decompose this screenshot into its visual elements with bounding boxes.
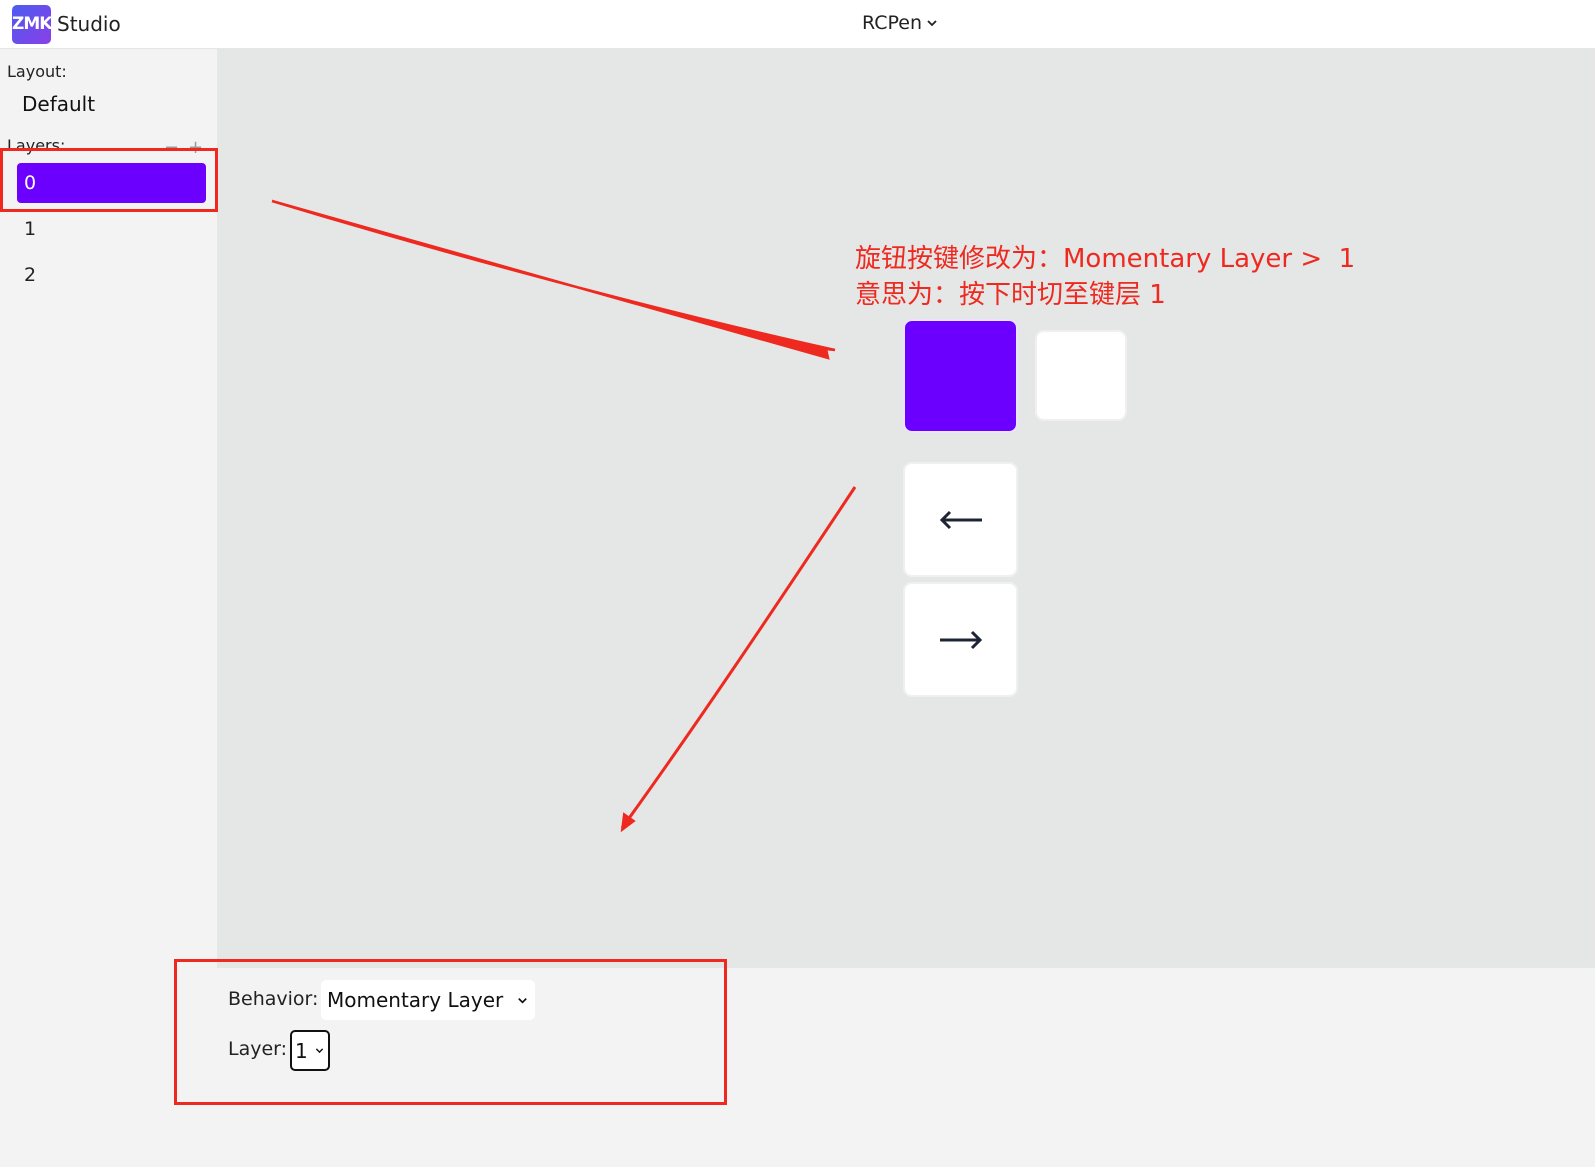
layout-option-default[interactable]: Default (22, 92, 95, 116)
annotation-line-1: 旋钮按键修改为：Momentary Layer > 1 (855, 244, 1356, 274)
device-name: RCPen (862, 12, 923, 34)
layer-item-1[interactable]: 1 (17, 209, 206, 249)
top-bar: ZMK Studio RCPen (0, 0, 1595, 49)
key-right-arrow[interactable] (903, 582, 1018, 697)
annotation-box-layer (0, 148, 218, 212)
arrow-right-icon (939, 630, 982, 649)
chevron-down-icon (927, 20, 937, 27)
device-selector[interactable]: RCPen (862, 12, 939, 34)
key-knob-press[interactable] (903, 319, 1018, 433)
zmk-logo: ZMK (12, 5, 52, 44)
annotation-box-binding (174, 959, 727, 1105)
key-blank[interactable] (1035, 330, 1127, 421)
annotation-line-2: 意思为：按下时切至键层 1 (855, 280, 1166, 310)
key-left-arrow[interactable] (903, 462, 1018, 577)
arrow-left-icon (939, 510, 982, 529)
app-name: Studio (57, 12, 121, 36)
layout-label: Layout: (7, 62, 67, 81)
layer-item-2[interactable]: 2 (17, 255, 206, 295)
